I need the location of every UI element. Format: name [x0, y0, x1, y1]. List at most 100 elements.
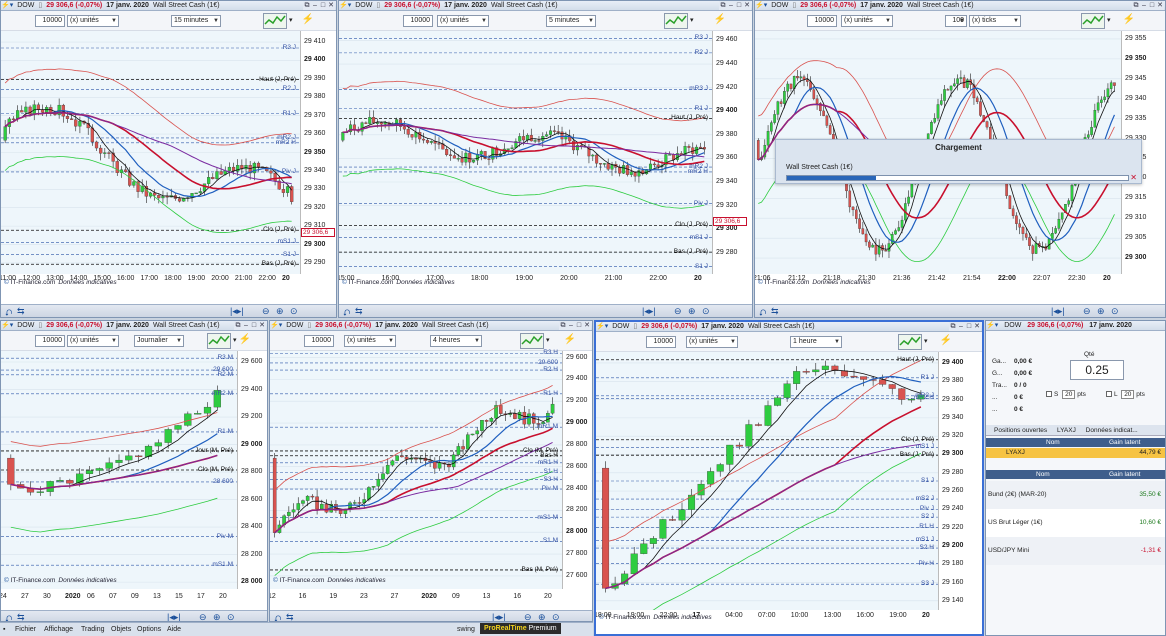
timeframe-select[interactable]: 4 heures — [430, 335, 482, 347]
chart-style-icon[interactable] — [520, 333, 544, 349]
minimize-icon[interactable]: – — [727, 1, 735, 10]
zoom-out-icon[interactable]: ⊖ — [1083, 306, 1091, 317]
sync-icon[interactable]: ⇆ — [355, 306, 363, 317]
alert-icon[interactable]: ⚡ — [714, 14, 726, 25]
zoom-fit-icon[interactable]: ⊙ — [552, 612, 560, 621]
chart-style-icon[interactable] — [263, 13, 287, 29]
price-plot[interactable] — [339, 31, 712, 274]
zoom-in-icon[interactable]: ⊕ — [688, 306, 696, 317]
toolbar-menu-icon[interactable]: ▾ — [924, 337, 928, 345]
zoom-in-icon[interactable]: ⊕ — [1097, 306, 1105, 317]
info-icon[interactable]: ▯ — [38, 322, 42, 329]
share-icon[interactable]: ⮏ — [759, 306, 766, 317]
menu-view[interactable]: Affichage — [44, 623, 73, 636]
maximize-icon[interactable]: □ — [319, 1, 327, 10]
minimize-icon[interactable]: – — [242, 321, 250, 330]
unit-select[interactable]: (x) unités — [686, 336, 738, 348]
time-axis[interactable]: 24 27 30 2020 06 07 09 13 15 17 20 — [1, 592, 237, 602]
chart-pane-1h[interactable]: ⚡▾ DOW ▯ 29 306,6 (-0,07%) 17 janv. 2020 Wall… — [594, 320, 984, 636]
symbol-menu-icon[interactable]: ⚡▾ — [1, 322, 13, 329]
maximize-icon[interactable]: □ — [1148, 1, 1156, 10]
chart-pane-15min[interactable]: ⚡▾ DOW ▯ 29 306,6 (-0,07%) 17 janv. 2020 Wall… — [0, 0, 337, 318]
info-icon[interactable]: ▯ — [792, 2, 796, 9]
watchlist-row[interactable]: USD/JPY Mini -1,31 € — [986, 537, 1165, 565]
price-axis[interactable]: 29 400 29 380 29 360 29 340 29 320 29 300 29 2… — [938, 352, 982, 610]
zoom-in-icon[interactable]: ⊕ — [213, 612, 221, 621]
close-icon[interactable]: ✕ — [258, 321, 266, 330]
share-icon[interactable]: ⮏ — [274, 612, 281, 621]
sync-icon[interactable]: ⇆ — [17, 306, 25, 317]
info-icon[interactable]: ▯ — [307, 322, 311, 329]
info-icon[interactable]: ▯ — [633, 323, 637, 330]
share-icon[interactable]: ⮏ — [5, 612, 12, 621]
maximize-icon[interactable]: □ — [965, 322, 973, 331]
share-icon[interactable]: ⮏ — [5, 306, 12, 317]
chart-pane-daily[interactable]: ⚡▾ DOW ▯ 29 306,6 (-0,07%) 17 janv. 2020 Wall… — [0, 320, 268, 622]
alert-icon[interactable]: ⚡ — [302, 14, 314, 25]
toolbar-menu-icon[interactable]: ▾ — [233, 336, 237, 344]
sync-icon[interactable]: ⇆ — [286, 612, 294, 621]
unit-select[interactable]: (x) unités — [67, 335, 119, 347]
quantity-field[interactable]: 10000 — [35, 15, 65, 27]
unit-select[interactable]: (x) unités — [437, 15, 489, 27]
minimize-icon[interactable]: – — [1140, 1, 1148, 10]
stop-checkbox[interactable] — [1046, 391, 1052, 398]
close-icon[interactable]: ✕ — [583, 321, 591, 330]
toolbar-menu-icon[interactable]: ▾ — [546, 336, 550, 344]
alert-icon[interactable]: ⚡ — [239, 334, 251, 345]
app-icon[interactable]: ▪ — [3, 623, 5, 636]
timeframe-select[interactable]: 15 minutes — [171, 15, 221, 27]
timeframe-select[interactable]: Journalier — [134, 335, 184, 347]
menu-objects[interactable]: Objets — [111, 623, 131, 636]
detach-icon[interactable]: ⧉ — [1132, 1, 1140, 10]
timeframe-select[interactable]: 5 minutes — [546, 15, 596, 27]
price-axis[interactable]: 29 460 29 440 29 420 29 400 29 380 29 360 29 3… — [712, 31, 752, 274]
quantity-field[interactable]: 10000 — [304, 335, 334, 347]
price-axis[interactable]: 29 410 29 400 29 390 29 380 29 370 29 360 29 3… — [300, 31, 336, 274]
zoom-fit-icon[interactable]: ⊙ — [227, 612, 235, 621]
mode-label[interactable]: swing — [457, 623, 475, 636]
menu-trading[interactable]: Trading — [81, 623, 104, 636]
zoom-out-icon[interactable]: ⊖ — [262, 306, 270, 317]
sync-icon[interactable]: ⇆ — [771, 306, 779, 317]
scroll-arrows-icon[interactable]: |◂▸| — [1051, 306, 1065, 317]
unit-select[interactable]: (x) unités — [344, 335, 396, 347]
zoom-fit-icon[interactable]: ⊙ — [1111, 306, 1119, 317]
chart-style-icon[interactable] — [207, 333, 231, 349]
close-icon[interactable]: ✕ — [1156, 1, 1164, 10]
limit-checkbox[interactable] — [1106, 391, 1112, 398]
toolbar-menu-icon[interactable]: ▾ — [690, 16, 694, 24]
detach-icon[interactable]: ⧉ — [303, 1, 311, 10]
tab-data[interactable]: Données indicat... — [1086, 427, 1138, 434]
maximize-icon[interactable]: □ — [575, 321, 583, 330]
zoom-out-icon[interactable]: ⊖ — [674, 306, 682, 317]
price-plot[interactable] — [1, 31, 300, 274]
qty-field[interactable]: 0.25 — [1070, 360, 1124, 380]
detach-icon[interactable]: ⧉ — [949, 322, 957, 331]
cancel-loading-icon[interactable]: ✕ — [1130, 173, 1137, 182]
limit-group[interactable]: L 20 pts — [1106, 390, 1145, 399]
position-row[interactable]: LYAXJ 44,79 € — [986, 448, 1165, 458]
zoom-in-icon[interactable]: ⊕ — [538, 612, 546, 621]
tick-unit-select[interactable]: (x) ticks — [969, 15, 1021, 27]
chart-pane-5min[interactable]: ⚡▾ DOW ▯ 29 306,6 (-0,07%) 17 janv. 2020 Wall… — [338, 0, 753, 318]
limit-field[interactable]: 20 — [1121, 390, 1135, 399]
unit-select[interactable]: (x) unités — [67, 15, 119, 27]
menu-help[interactable]: Aide — [167, 623, 181, 636]
stop-field[interactable]: 20 — [1062, 390, 1076, 399]
maximize-icon[interactable]: □ — [250, 321, 258, 330]
time-axis[interactable]: 18:00 19:00 22:00 17 04:00 07:00 10:00 13:00 16:… — [596, 611, 940, 621]
price-axis[interactable]: 29 600 29 400 29 200 29 000 28 800 28 600 28 4… — [562, 351, 592, 589]
maximize-icon[interactable]: □ — [735, 1, 743, 10]
close-icon[interactable]: ✕ — [743, 1, 751, 10]
chart-style-icon[interactable] — [664, 13, 688, 29]
time-axis[interactable]: 15:00 16:00 17:00 18:00 19:00 20:00 21:00 22:00… — [339, 274, 712, 284]
zoom-fit-icon[interactable]: ⊙ — [702, 306, 710, 317]
share-icon[interactable]: ⮏ — [343, 306, 350, 317]
watchlist-row[interactable]: US Brut Léger (1€) 10,60 € — [986, 509, 1165, 537]
watchlist-row[interactable]: Bund (2€) (MAR-20) 35,50 € — [986, 481, 1165, 509]
zoom-in-icon[interactable]: ⊕ — [276, 306, 284, 317]
time-axis[interactable]: 11:00 12:00 13:00 14:00 15:00 16:00 17:00 18:00… — [1, 274, 300, 284]
toolbar-menu-icon[interactable]: ▾ — [289, 16, 293, 24]
tab-open-positions[interactable]: Positions ouvertes — [994, 427, 1047, 434]
